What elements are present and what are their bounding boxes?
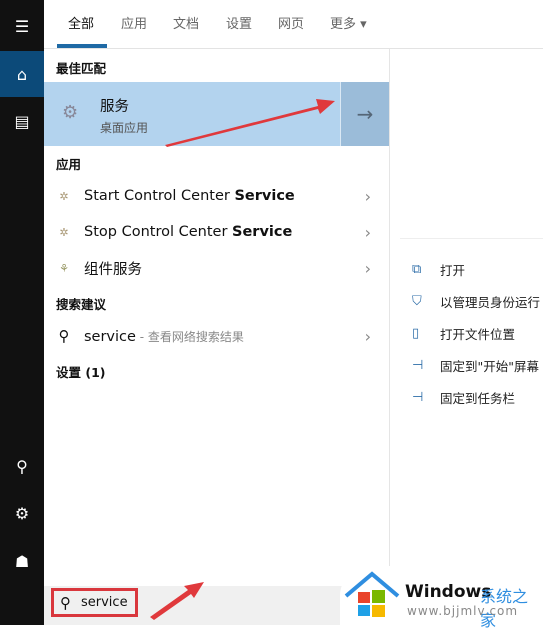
windows-house-logo [344,571,400,617]
annotation-arrow [150,582,204,620]
watermark-brand: Windows [405,582,492,602]
watermark-url: www.bjjmlv.com [407,604,519,618]
annotation-arrow [165,99,335,147]
annotation-arrows [150,99,335,620]
watermark-logo: Windows 系统之家 www.bjjmlv.com [340,566,543,630]
